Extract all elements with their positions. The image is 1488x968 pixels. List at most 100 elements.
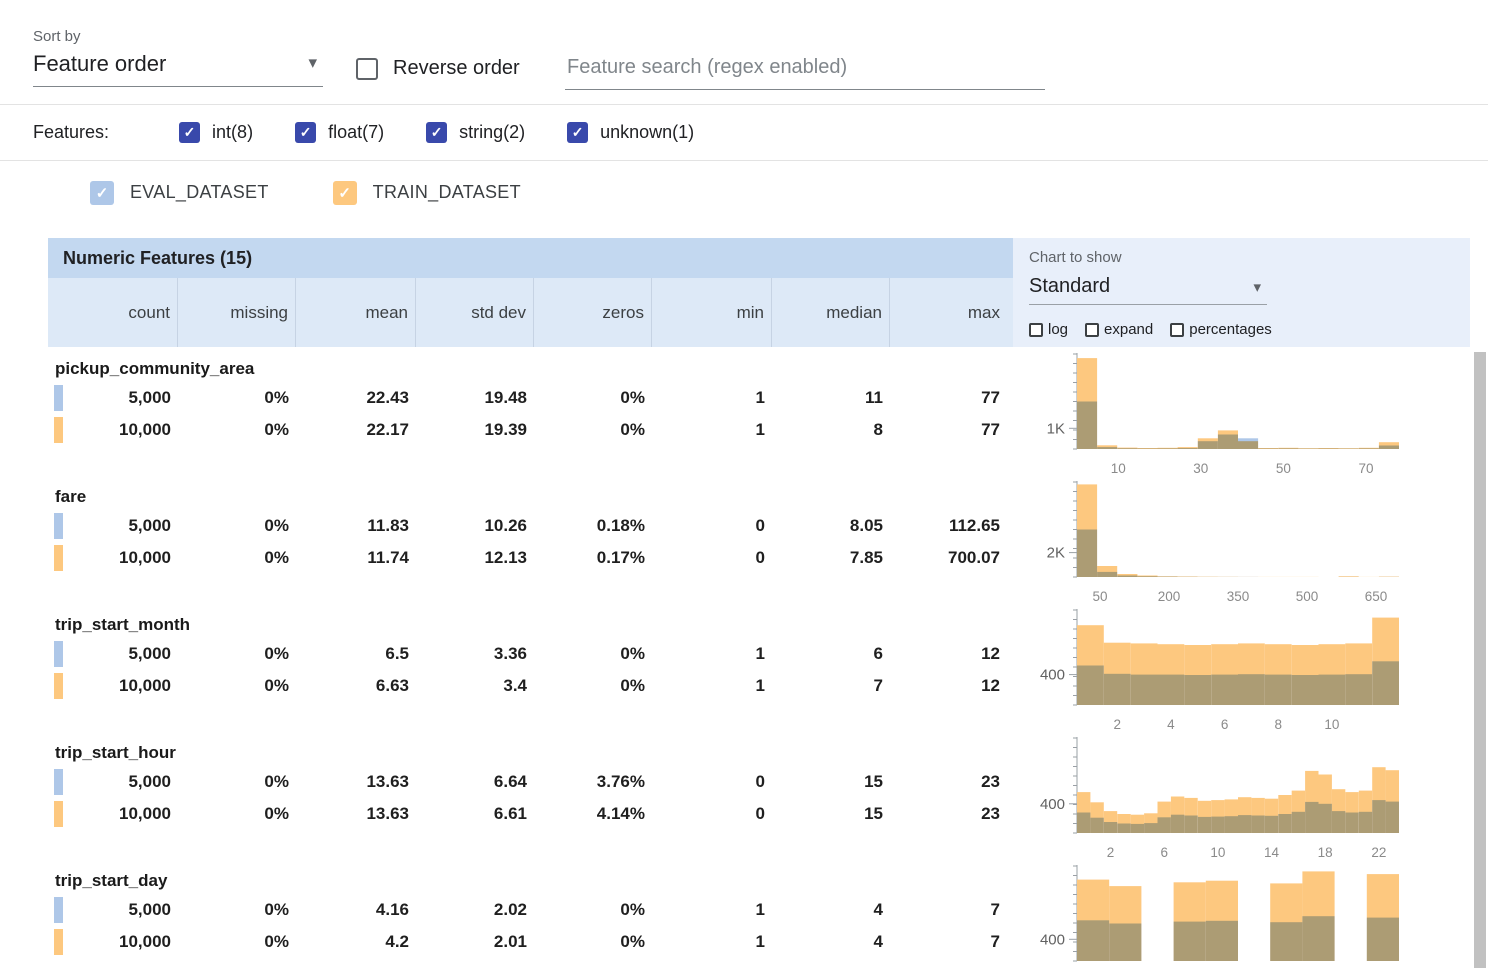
feature-histogram-trip-start-hour[interactable]: 4002610141822 xyxy=(1021,736,1425,864)
stat-value: 5,000 xyxy=(128,900,171,919)
stat-value: 15 xyxy=(864,804,883,823)
feature-chart-trip-start-day[interactable]: 400 xyxy=(1013,864,1470,968)
feature-type-filter-int-8[interactable]: ✓int(8) xyxy=(179,122,253,143)
checkbox-empty-icon[interactable] xyxy=(1029,323,1043,337)
series-train-dataset xyxy=(1077,484,1399,577)
checkbox-empty-icon[interactable] xyxy=(1085,323,1099,337)
feature-type-filter-float-7[interactable]: ✓float(7) xyxy=(295,122,384,143)
dataset-toggle-train-dataset[interactable]: ✓TRAIN_DATASET xyxy=(333,181,521,205)
stat-value: 8.05 xyxy=(850,516,883,535)
x-axis-tick-label: 22 xyxy=(1371,845,1386,860)
stat-cell-median: 6 xyxy=(772,644,890,664)
stat-cell-max: 7 xyxy=(890,932,1007,952)
table-header-band: Numeric Features (15) countmissingmeanst… xyxy=(48,238,1488,347)
stat-value: 700.07 xyxy=(948,548,1000,567)
feature-chart-pickup-community-area[interactable]: 1K10305070 xyxy=(1013,352,1470,480)
x-axis-tick-label: 10 xyxy=(1324,717,1339,732)
stat-row-train-dataset: 10,0000%22.1719.390%1877 xyxy=(48,414,1013,446)
stat-cell-min: 1 xyxy=(652,900,772,920)
scrollbar-thumb[interactable] xyxy=(1474,352,1486,968)
stat-value: 10,000 xyxy=(119,932,171,951)
feature-histogram-trip-start-day[interactable]: 400 xyxy=(1021,864,1425,968)
column-header-mean: mean xyxy=(296,278,416,347)
x-axis-tick-label: 6 xyxy=(1160,845,1168,860)
checkbox-checked-icon[interactable]: ✓ xyxy=(295,122,316,143)
checkbox-checked-icon[interactable]: ✓ xyxy=(179,122,200,143)
checkbox-empty-icon[interactable] xyxy=(1170,323,1184,337)
feature-histogram-trip-start-month[interactable]: 400246810 xyxy=(1021,608,1425,736)
feature-type-filter-list: ✓int(8)✓float(7)✓string(2)✓unknown(1) xyxy=(179,122,694,143)
stat-value: 0% xyxy=(264,548,289,567)
stat-cell-zeros: 0% xyxy=(534,420,652,440)
feature-chart-fare[interactable]: 2K50200350500650 xyxy=(1013,480,1470,608)
stat-value: 1 xyxy=(756,644,765,663)
sort-by-select[interactable]: Feature order ▾ xyxy=(33,49,323,87)
stat-cell-count: 5,000 xyxy=(48,644,178,664)
features-table-body: pickup_community_area5,0000%22.4319.480%… xyxy=(48,352,1488,968)
chart-option-log[interactable]: log xyxy=(1029,321,1068,338)
stat-cell-max: 23 xyxy=(890,772,1007,792)
feature-histogram-fare[interactable]: 2K50200350500650 xyxy=(1021,480,1425,608)
checkbox-checked-icon[interactable]: ✓ xyxy=(90,181,114,205)
feature-chart-trip-start-month[interactable]: 400246810 xyxy=(1013,608,1470,736)
stat-value: 0% xyxy=(264,676,289,695)
stat-cell-zeros: 0% xyxy=(534,644,652,664)
stat-value: 13.63 xyxy=(366,772,409,791)
feature-type-filter-string-2[interactable]: ✓string(2) xyxy=(426,122,525,143)
stat-value: 0% xyxy=(620,420,645,439)
feature-histogram-pickup-community-area[interactable]: 1K10305070 xyxy=(1021,352,1425,480)
checkbox-checked-icon[interactable]: ✓ xyxy=(426,122,447,143)
stat-cell-min: 0 xyxy=(652,772,772,792)
stat-value: 2.02 xyxy=(494,900,527,919)
x-axis-tick-label: 70 xyxy=(1358,461,1373,476)
chart-option-label: percentages xyxy=(1189,321,1272,338)
stat-cell-median: 8 xyxy=(772,420,890,440)
stat-value: 13.63 xyxy=(366,804,409,823)
stat-cell-min: 1 xyxy=(652,388,772,408)
stat-cell-median: 7 xyxy=(772,676,890,696)
checkbox-checked-icon[interactable]: ✓ xyxy=(333,181,357,205)
stat-value: 6.63 xyxy=(376,676,409,695)
feature-type-label: unknown(1) xyxy=(600,122,694,143)
stat-cell-max: 77 xyxy=(890,420,1007,440)
x-axis-tick-label: 50 xyxy=(1276,461,1291,476)
feature-search-input[interactable] xyxy=(565,52,1045,90)
reverse-order-checkbox[interactable] xyxy=(356,58,378,80)
stat-value: 0.18% xyxy=(597,516,645,535)
stat-value: 11.83 xyxy=(367,516,409,535)
reverse-order-toggle[interactable]: Reverse order xyxy=(356,57,520,80)
feature-type-filter-unknown-1[interactable]: ✓ unknown(1) xyxy=(567,122,694,143)
chart-option-expand[interactable]: expand xyxy=(1085,321,1153,338)
scrollbar-track[interactable] xyxy=(1472,0,1488,968)
stat-cell-zeros: 4.14% xyxy=(534,804,652,824)
toolbar: Sort by Feature order ▾ Reverse order xyxy=(0,0,1488,105)
x-axis-tick-label: 18 xyxy=(1318,845,1333,860)
stat-row-eval-dataset: 5,0000%4.162.020%147 xyxy=(48,894,1013,926)
dataset-toggle-eval-dataset[interactable]: ✓EVAL_DATASET xyxy=(90,181,269,205)
stat-cell-std-dev: 6.64 xyxy=(416,772,534,792)
feature-chart-trip-start-hour[interactable]: 4002610141822 xyxy=(1013,736,1470,864)
stat-value: 3.4 xyxy=(503,676,527,695)
stat-value: 12.13 xyxy=(484,548,527,567)
x-axis-tick-label: 6 xyxy=(1221,717,1229,732)
numeric-features-head: Numeric Features (15) countmissingmeanst… xyxy=(48,238,1013,347)
feature-name: trip_start_month xyxy=(48,611,1013,638)
stat-cell-mean: 22.43 xyxy=(296,388,416,408)
x-axis-tick-label: 500 xyxy=(1296,589,1319,604)
stat-cell-mean: 11.83 xyxy=(296,516,416,536)
stat-value: 77 xyxy=(981,388,1000,407)
stat-value: 4.14% xyxy=(597,804,645,823)
stat-cell-missing: 0% xyxy=(178,644,296,664)
chart-type-select[interactable]: Standard ▾ xyxy=(1029,273,1267,305)
stat-cell-std-dev: 2.02 xyxy=(416,900,534,920)
chart-option-percentages[interactable]: percentages xyxy=(1170,321,1272,338)
stat-cell-count: 10,000 xyxy=(48,932,178,952)
stat-value: 22.43 xyxy=(366,388,409,407)
stat-cell-count: 10,000 xyxy=(48,420,178,440)
stat-cell-std-dev: 12.13 xyxy=(416,548,534,568)
stat-cell-mean: 13.63 xyxy=(296,772,416,792)
checkbox-checked-icon[interactable]: ✓ xyxy=(567,122,588,143)
reverse-order-label: Reverse order xyxy=(393,57,520,80)
stat-cell-min: 1 xyxy=(652,676,772,696)
numeric-features-header[interactable]: Numeric Features (15) xyxy=(48,238,1013,278)
